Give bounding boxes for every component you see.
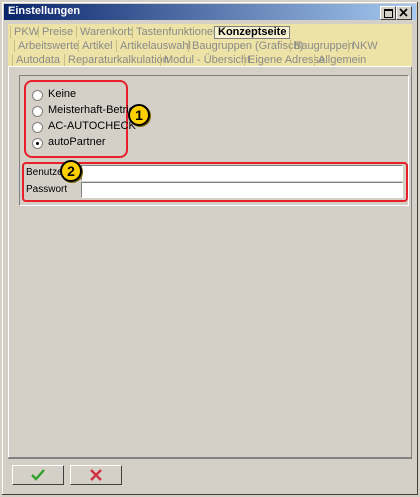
tab-strip: PKW Preise Warenkorb Tastenfunktionen Ko…	[8, 24, 412, 66]
tab-artikelauswahl[interactable]: Artikelauswahl	[116, 40, 194, 52]
tab-modul-uebersicht[interactable]: Modul - Übersicht	[160, 54, 253, 66]
cancel-button[interactable]	[70, 465, 122, 485]
tab-reparaturkalkulation[interactable]: Reparaturkalkulation	[64, 54, 172, 66]
konzeptseite-panel: Keine Meisterhaft-Betrieb AC-AUTOCHECK a…	[8, 66, 412, 458]
annotation-badge-1: 1	[128, 104, 150, 126]
tab-arbeitswerte[interactable]: Arbeitswerte	[14, 40, 82, 52]
radio-keine-label: Keine	[48, 88, 77, 100]
radio-ac-autocheck-button[interactable]	[32, 122, 43, 133]
tab-tastenfunktionen[interactable]: Tastenfunktionen	[132, 26, 222, 38]
close-button[interactable]	[396, 6, 412, 20]
tab-artikel[interactable]: Artikel	[78, 40, 116, 52]
radio-keine-button[interactable]	[32, 90, 43, 101]
title-bar: Einstellungen	[4, 4, 416, 20]
window-title: Einstellungen	[8, 5, 81, 17]
radio-autopartner-button[interactable]	[32, 138, 43, 149]
tab-nkw[interactable]: NKW	[348, 40, 381, 52]
maximize-button[interactable]	[380, 6, 396, 20]
maximize-icon	[384, 9, 393, 18]
radio-meisterhaft-label: Meisterhaft-Betrieb	[48, 104, 141, 116]
radio-meisterhaft-button[interactable]	[32, 106, 43, 117]
settings-group: Keine Meisterhaft-Betrieb AC-AUTOCHECK a…	[19, 75, 409, 206]
radio-autopartner-label: autoPartner	[48, 136, 106, 148]
settings-window: Einstellungen PKW Preise Warenkorb Taste…	[0, 0, 420, 497]
user-input[interactable]	[81, 165, 403, 181]
option-highlight-box: Keine Meisterhaft-Betrieb AC-AUTOCHECK a…	[24, 80, 141, 158]
close-icon	[399, 8, 408, 17]
button-bar	[8, 458, 412, 491]
tab-konzeptseite[interactable]: Konzeptseite	[214, 26, 291, 39]
ok-button[interactable]	[12, 465, 64, 485]
radio-ac-autocheck-label: AC-AUTOCHECK	[48, 120, 136, 132]
password-label: Passwort	[26, 184, 68, 195]
password-input[interactable]	[81, 182, 403, 198]
tab-baugruppen[interactable]: Baugruppen	[290, 40, 357, 52]
cross-icon	[90, 469, 102, 481]
checkmark-icon	[31, 469, 45, 481]
tab-warenkorb[interactable]: Warenkorb	[76, 26, 136, 38]
tab-baugruppen-grafisch[interactable]: Baugruppen (Grafisch)	[188, 40, 306, 52]
tab-preise[interactable]: Preise	[38, 26, 76, 38]
tab-autodata[interactable]: Autodata	[12, 54, 63, 66]
tab-allgemein[interactable]: Allgemein	[314, 54, 369, 66]
annotation-badge-2: 2	[60, 160, 82, 182]
